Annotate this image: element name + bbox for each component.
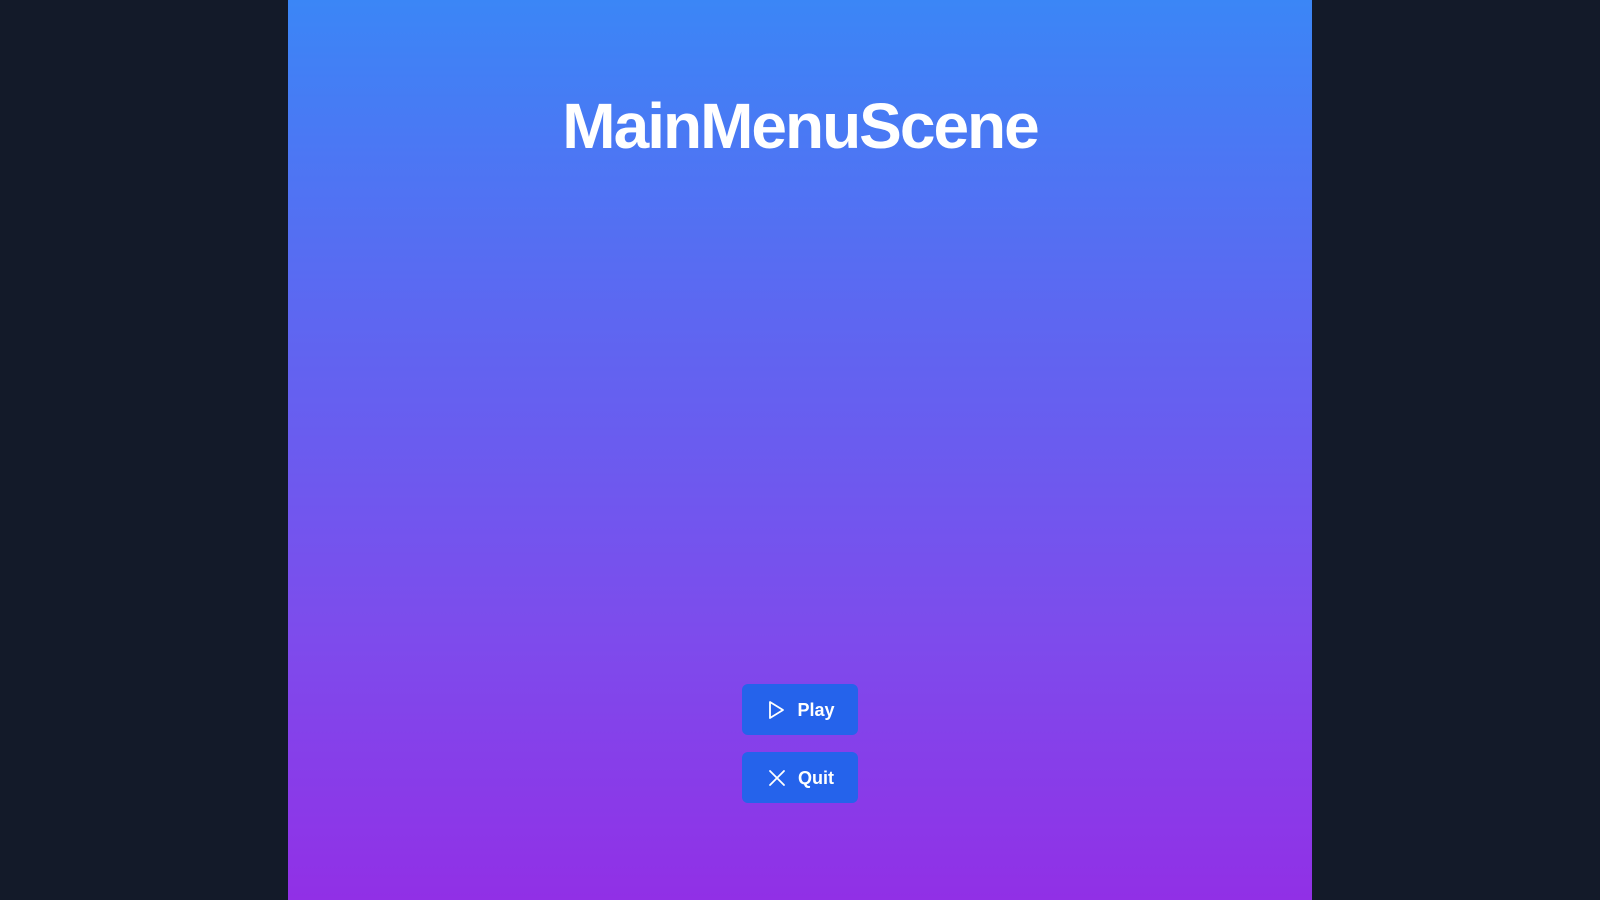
play-button-label: Play — [797, 699, 835, 720]
play-icon — [765, 699, 787, 721]
play-button[interactable]: Play — [742, 684, 858, 735]
close-icon — [766, 767, 788, 789]
quit-button-label: Quit — [798, 767, 834, 788]
game-canvas: MainMenuScene Play Quit — [288, 0, 1312, 900]
scene-title: MainMenuScene — [562, 90, 1039, 162]
quit-button[interactable]: Quit — [742, 752, 858, 803]
